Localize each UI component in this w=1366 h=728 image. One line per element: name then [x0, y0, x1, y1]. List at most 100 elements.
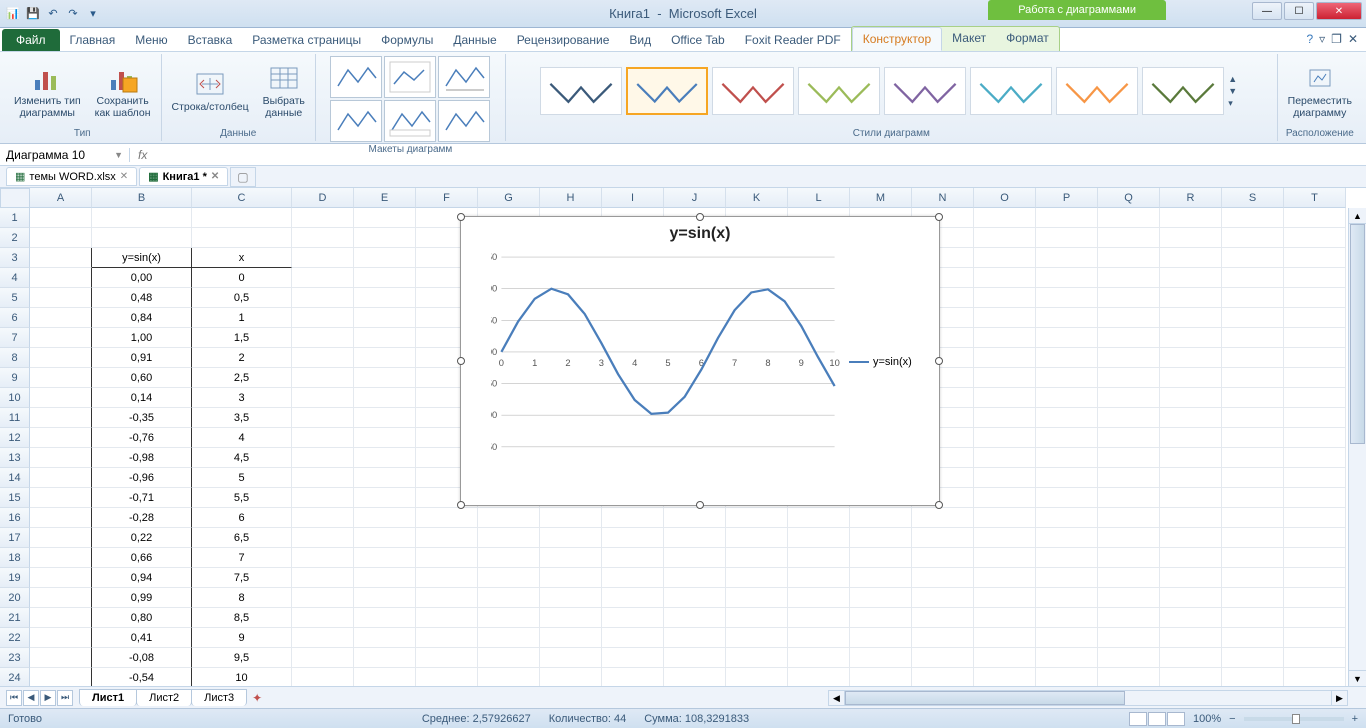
cell[interactable]	[292, 468, 354, 488]
cell[interactable]	[1098, 448, 1160, 468]
cell[interactable]	[602, 528, 664, 548]
cell[interactable]	[1098, 668, 1160, 686]
chart-layout-1[interactable]	[330, 56, 382, 98]
cell[interactable]	[1284, 508, 1346, 528]
cell[interactable]: 0,22	[92, 528, 192, 548]
cell[interactable]	[664, 588, 726, 608]
scroll-up-icon[interactable]: ▲	[1349, 208, 1366, 224]
cell[interactable]	[30, 408, 92, 428]
cell[interactable]	[1284, 428, 1346, 448]
change-chart-type-button[interactable]: Изменить типдиаграммы	[10, 60, 85, 121]
cell[interactable]	[478, 548, 540, 568]
cell[interactable]	[1036, 428, 1098, 448]
cell[interactable]	[974, 368, 1036, 388]
cell[interactable]	[1098, 248, 1160, 268]
cell[interactable]	[1036, 508, 1098, 528]
cell[interactable]	[1222, 668, 1284, 686]
help-icon[interactable]: ?	[1306, 32, 1313, 46]
cell[interactable]: 1,00	[92, 328, 192, 348]
cell[interactable]: 3,5	[192, 408, 292, 428]
cell[interactable]	[30, 248, 92, 268]
row-header[interactable]: 20	[0, 588, 30, 608]
cell[interactable]	[912, 588, 974, 608]
cell[interactable]	[192, 208, 292, 228]
cell[interactable]	[788, 668, 850, 686]
cell[interactable]	[1284, 228, 1346, 248]
column-header[interactable]: P	[1036, 188, 1098, 208]
cell[interactable]	[912, 548, 974, 568]
sheet-nav-next-icon[interactable]: ▶	[40, 690, 56, 706]
cell[interactable]	[354, 228, 416, 248]
column-header[interactable]: F	[416, 188, 478, 208]
cell[interactable]	[1222, 628, 1284, 648]
cell[interactable]	[540, 648, 602, 668]
column-header[interactable]: Q	[1098, 188, 1160, 208]
ribbon-tab[interactable]: Меню	[125, 29, 177, 51]
cell[interactable]	[1036, 548, 1098, 568]
cell[interactable]	[1284, 648, 1346, 668]
cell[interactable]	[292, 528, 354, 548]
cell[interactable]	[1098, 628, 1160, 648]
cell[interactable]	[1036, 368, 1098, 388]
cell[interactable]	[30, 608, 92, 628]
cell[interactable]	[1160, 548, 1222, 568]
row-header[interactable]: 21	[0, 608, 30, 628]
cell[interactable]	[1222, 448, 1284, 468]
scroll-left-icon[interactable]: ◀	[829, 691, 845, 705]
cell[interactable]	[292, 588, 354, 608]
cell[interactable]	[1098, 388, 1160, 408]
cell[interactable]	[292, 388, 354, 408]
cell[interactable]	[292, 508, 354, 528]
cell[interactable]	[1036, 568, 1098, 588]
cell[interactable]	[664, 648, 726, 668]
cell[interactable]	[292, 568, 354, 588]
cell[interactable]	[540, 568, 602, 588]
cell[interactable]	[788, 528, 850, 548]
cell[interactable]	[540, 668, 602, 686]
cell[interactable]: 5,5	[192, 488, 292, 508]
chart-style-thumb[interactable]	[1056, 67, 1138, 115]
cell[interactable]	[1222, 528, 1284, 548]
ribbon-tab[interactable]: Вставка	[178, 29, 243, 51]
cell[interactable]	[292, 668, 354, 686]
cell[interactable]	[974, 228, 1036, 248]
cell[interactable]	[1036, 468, 1098, 488]
cell[interactable]	[1160, 608, 1222, 628]
row-header[interactable]: 18	[0, 548, 30, 568]
cell[interactable]	[726, 668, 788, 686]
column-header[interactable]: N	[912, 188, 974, 208]
cell[interactable]	[1160, 628, 1222, 648]
cell[interactable]: -0,08	[92, 648, 192, 668]
cell[interactable]	[726, 588, 788, 608]
ribbon-tab-context[interactable]: Макет	[942, 27, 996, 51]
cell[interactable]	[1160, 348, 1222, 368]
cell[interactable]	[292, 348, 354, 368]
cell[interactable]	[850, 608, 912, 628]
chart-style-thumb[interactable]	[712, 67, 794, 115]
cell[interactable]	[726, 528, 788, 548]
row-header[interactable]: 22	[0, 628, 30, 648]
cell[interactable]	[1160, 468, 1222, 488]
save-icon[interactable]: 💾	[24, 5, 42, 23]
cell[interactable]	[30, 308, 92, 328]
column-header[interactable]: T	[1284, 188, 1346, 208]
column-header[interactable]: K	[726, 188, 788, 208]
cell[interactable]	[1098, 488, 1160, 508]
cell[interactable]	[1160, 668, 1222, 686]
chart-style-thumb[interactable]	[798, 67, 880, 115]
cell[interactable]	[1160, 448, 1222, 468]
vertical-scrollbar[interactable]: ▲ ▼	[1348, 208, 1366, 686]
cell[interactable]	[912, 568, 974, 588]
new-doc-tab-button[interactable]: ▢	[230, 167, 255, 187]
cell[interactable]	[354, 588, 416, 608]
cell[interactable]: -0,98	[92, 448, 192, 468]
cell[interactable]	[30, 268, 92, 288]
cell[interactable]	[1036, 268, 1098, 288]
cell[interactable]: 0,48	[92, 288, 192, 308]
cell[interactable]	[30, 508, 92, 528]
ribbon-tab[interactable]: Office Tab	[661, 29, 735, 51]
cell[interactable]	[1098, 288, 1160, 308]
cell[interactable]	[1222, 488, 1284, 508]
cell[interactable]	[664, 628, 726, 648]
zoom-slider[interactable]	[1244, 717, 1344, 721]
